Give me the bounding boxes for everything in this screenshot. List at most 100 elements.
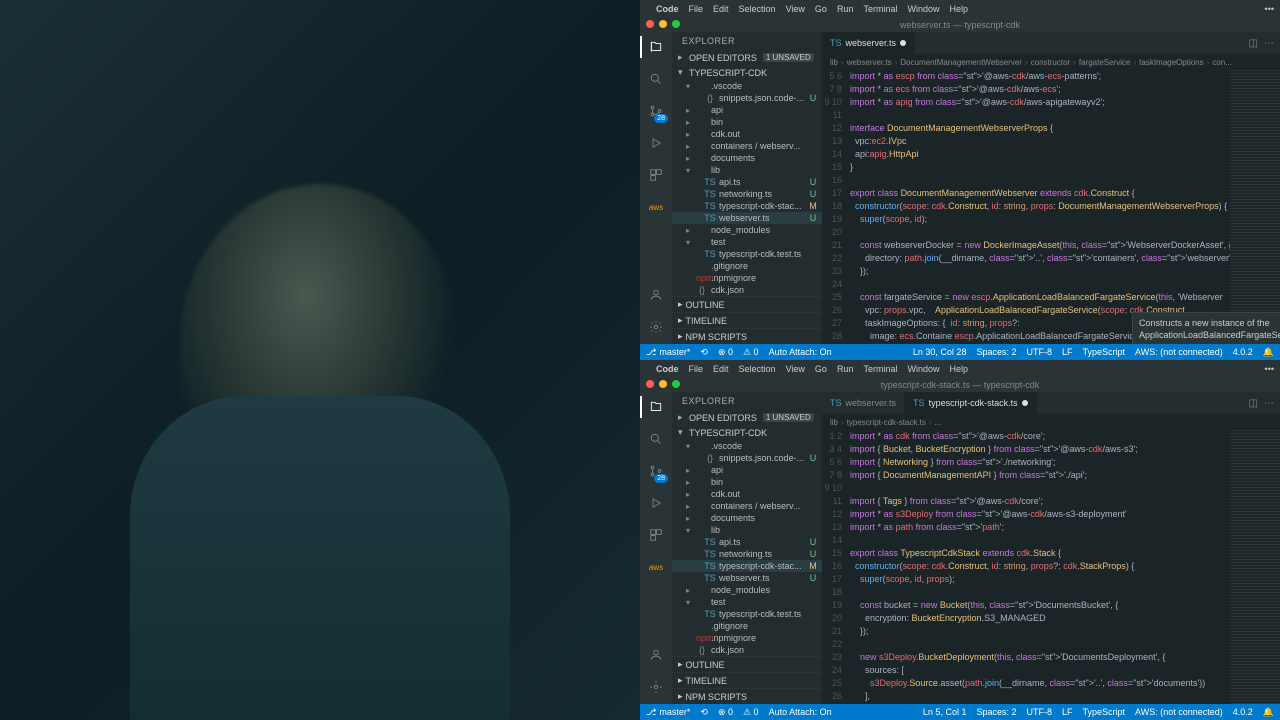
ts-version[interactable]: 4.0.2 (1233, 707, 1253, 717)
tree-item[interactable]: TSnetworking.tsU (672, 548, 822, 560)
tree-item[interactable]: ▸containers / webserv... (672, 500, 822, 512)
menu-view[interactable]: View (786, 364, 805, 374)
account-icon[interactable] (647, 286, 665, 304)
cursor-position[interactable]: Ln 30, Col 28 (913, 347, 967, 357)
menu-run[interactable]: Run (837, 364, 854, 374)
aws-status[interactable]: AWS: (not connected) (1135, 347, 1223, 357)
search-icon[interactable] (647, 70, 665, 88)
tree-item[interactable]: .gitignore (672, 620, 822, 632)
sync-icon[interactable]: ⟲ (700, 707, 708, 718)
outline-section[interactable]: ▸OUTLINE (672, 656, 822, 672)
tree-item[interactable]: ▸containers / webserv... (672, 140, 822, 152)
language-mode[interactable]: TypeScript (1083, 707, 1126, 717)
notifications-bell-icon[interactable]: 🔔 (1263, 347, 1274, 358)
notifications-bell-icon[interactable]: 🔔 (1263, 707, 1274, 718)
code-content[interactable]: import * as cdk from class="st">'@aws-cd… (850, 430, 1230, 704)
extensions-icon[interactable] (647, 526, 665, 544)
search-icon[interactable] (647, 430, 665, 448)
menu-file[interactable]: File (689, 4, 704, 14)
tree-item[interactable]: ▸cdk.out (672, 488, 822, 500)
tree-item[interactable]: TStypescript-cdk.test.ts (672, 248, 822, 260)
indentation[interactable]: Spaces: 2 (976, 347, 1016, 357)
npm-scripts-section[interactable]: ▸NPM SCRIPTS (672, 328, 822, 344)
aws-icon[interactable]: aws (647, 198, 665, 216)
encoding[interactable]: UTF-8 (1026, 347, 1052, 357)
menu-terminal[interactable]: Terminal (863, 364, 897, 374)
open-editors-section[interactable]: ▸OPEN EDITORS1 UNSAVED (672, 50, 822, 65)
tree-item[interactable]: TSapi.tsU (672, 536, 822, 548)
tree-item[interactable]: TStypescript-cdk.test.ts (672, 608, 822, 620)
tree-item[interactable]: {}cdk.json (672, 284, 822, 296)
timeline-section[interactable]: ▸TIMELINE (672, 672, 822, 688)
aws-icon[interactable]: aws (647, 558, 665, 576)
tree-item[interactable]: ▾.vscode (672, 440, 822, 452)
menubar-extras-icon[interactable]: ••• (1265, 364, 1274, 374)
git-branch[interactable]: ⎇ master* (646, 347, 690, 358)
editor-tab[interactable]: TStypescript-cdk-stack.ts (905, 392, 1037, 414)
tree-item[interactable]: TSapi.tsU (672, 176, 822, 188)
minimap[interactable] (1230, 430, 1280, 704)
more-actions-icon[interactable]: ⋯ (1264, 398, 1274, 409)
outline-section[interactable]: ▸OUTLINE (672, 296, 822, 312)
cursor-position[interactable]: Ln 5, Col 1 (923, 707, 967, 717)
menu-window[interactable]: Window (907, 364, 939, 374)
menu-edit[interactable]: Edit (713, 4, 729, 14)
npm-scripts-section[interactable]: ▸NPM SCRIPTS (672, 688, 822, 704)
settings-gear-icon[interactable] (647, 318, 665, 336)
project-section[interactable]: ▾TYPESCRIPT-CDK (672, 65, 822, 80)
tree-item[interactable]: ▸node_modules (672, 224, 822, 236)
menu-go[interactable]: Go (815, 364, 827, 374)
explorer-icon[interactable] (647, 398, 665, 416)
tree-item[interactable]: .gitignore (672, 260, 822, 272)
source-control-icon[interactable]: 28 (647, 462, 665, 480)
tree-item[interactable]: TSwebserver.tsU (672, 572, 822, 584)
code-editor[interactable]: 5 6 7 8 9 10 11 12 13 14 15 16 17 18 19 … (822, 70, 1280, 344)
menu-selection[interactable]: Selection (739, 4, 776, 14)
encoding[interactable]: UTF-8 (1026, 707, 1052, 717)
extensions-icon[interactable] (647, 166, 665, 184)
menu-edit[interactable]: Edit (713, 364, 729, 374)
sync-icon[interactable]: ⟲ (700, 347, 708, 358)
breadcrumb[interactable]: lib›typescript-cdk-stack.ts›... (822, 414, 1280, 430)
aws-status[interactable]: AWS: (not connected) (1135, 707, 1223, 717)
errors-count[interactable]: ⊗ 0 (718, 707, 733, 718)
tree-item[interactable]: ▸documents (672, 152, 822, 164)
menu-file[interactable]: File (689, 364, 704, 374)
eol[interactable]: LF (1062, 707, 1073, 717)
tree-item[interactable]: ▸documents (672, 512, 822, 524)
tree-item[interactable]: TSnetworking.tsU (672, 188, 822, 200)
tree-item[interactable]: ▸bin (672, 116, 822, 128)
tree-item[interactable]: ▾test (672, 236, 822, 248)
tree-item[interactable]: {}snippets.json.code-...U (672, 92, 822, 104)
tree-item[interactable]: TStypescript-cdk-stac...M (672, 200, 822, 212)
timeline-section[interactable]: ▸TIMELINE (672, 312, 822, 328)
minimize-window-button[interactable] (659, 380, 667, 388)
split-editor-icon[interactable]: ◫ (1249, 38, 1258, 49)
explorer-icon[interactable] (647, 38, 665, 56)
tree-item[interactable]: npm.npmignore (672, 272, 822, 284)
code-content[interactable]: import * as escp from class="st">'@aws-c… (850, 70, 1230, 344)
minimap[interactable] (1230, 70, 1280, 344)
menu-window[interactable]: Window (907, 4, 939, 14)
menu-terminal[interactable]: Terminal (863, 4, 897, 14)
breadcrumb[interactable]: lib›webserver.ts›DocumentManagementWebse… (822, 54, 1280, 70)
code-editor[interactable]: 1 2 3 4 5 6 7 8 9 10 11 12 13 14 15 16 1… (822, 430, 1280, 704)
tree-item[interactable]: ▸node_modules (672, 584, 822, 596)
tree-item[interactable]: ▾test (672, 596, 822, 608)
split-editor-icon[interactable]: ◫ (1249, 398, 1258, 409)
menubar-extras-icon[interactable]: ••• (1265, 4, 1274, 14)
menu-help[interactable]: Help (949, 4, 968, 14)
eol[interactable]: LF (1062, 347, 1073, 357)
menu-view[interactable]: View (786, 4, 805, 14)
errors-count[interactable]: ⊗ 0 (718, 347, 733, 358)
tree-item[interactable]: ▾lib (672, 524, 822, 536)
tree-item[interactable]: TSwebserver.tsU (672, 212, 822, 224)
warnings-count[interactable]: ⚠ 0 (743, 707, 759, 718)
menu-help[interactable]: Help (949, 364, 968, 374)
language-mode[interactable]: TypeScript (1083, 347, 1126, 357)
menu-go[interactable]: Go (815, 4, 827, 14)
open-editors-section[interactable]: ▸OPEN EDITORS1 UNSAVED (672, 410, 822, 425)
tree-item[interactable]: ▸bin (672, 476, 822, 488)
tree-item[interactable]: {}cdk.json (672, 644, 822, 656)
source-control-icon[interactable]: 28 (647, 102, 665, 120)
